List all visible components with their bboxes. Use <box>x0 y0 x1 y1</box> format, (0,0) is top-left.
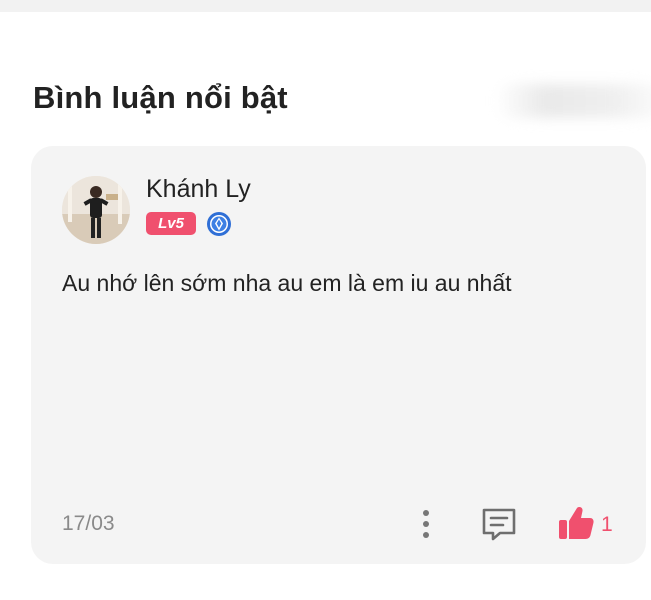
like-count: 1 <box>601 513 613 536</box>
reply-button[interactable] <box>480 505 518 543</box>
top-strip <box>0 0 651 12</box>
more-vertical-icon <box>423 510 429 538</box>
section-title: Bình luận nổi bật <box>33 80 288 115</box>
more-options-button[interactable] <box>414 506 438 542</box>
comment-text: Au nhớ lên sớm nha au em là em iu au nhấ… <box>62 270 512 296</box>
comment-icon <box>482 508 516 541</box>
blue-diamond-rank-icon <box>206 211 232 237</box>
blurred-region <box>495 84 651 118</box>
thumbs-up-icon <box>559 507 594 539</box>
comment-date: 17/03 <box>62 512 115 535</box>
like-button[interactable] <box>556 503 596 543</box>
avatar-photo <box>62 176 130 244</box>
level-badge: Lv5 <box>146 212 196 235</box>
comment-author[interactable]: Khánh Ly <box>146 174 251 204</box>
avatar[interactable] <box>62 176 130 244</box>
